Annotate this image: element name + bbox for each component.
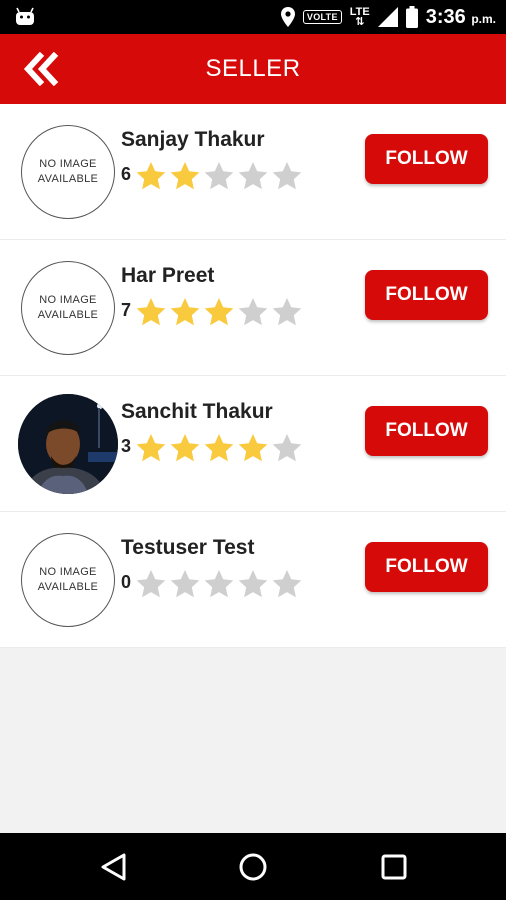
triangle-back-icon[interactable]	[98, 851, 130, 883]
page-title: SELLER	[205, 55, 301, 82]
follower-count: 6	[121, 164, 132, 184]
star-empty-icon	[238, 162, 268, 190]
star-filled-icon	[170, 162, 200, 190]
star-filled-icon	[238, 434, 268, 462]
star-empty-icon	[238, 298, 268, 326]
star-rating	[135, 160, 303, 192]
no-image-text: NO IMAGE	[39, 158, 97, 170]
seller-row: NO IMAGE AVAILABLE Sanjay Thakur 6 FOLLO…	[0, 104, 506, 240]
star-empty-icon	[272, 162, 302, 190]
star-filled-icon	[136, 298, 166, 326]
star-rating	[135, 296, 303, 328]
clock-ampm: p.m.	[471, 11, 496, 26]
star-empty-icon	[272, 570, 302, 598]
data-arrows-icon: ⇅	[355, 16, 365, 28]
volte-badge: VOLTE	[302, 10, 342, 24]
star-empty-icon	[272, 298, 302, 326]
clock: 3:36 p.m.	[426, 6, 496, 29]
star-empty-icon	[136, 570, 166, 598]
star-rating	[135, 432, 303, 464]
seller-row: Sanchit Thakur 3 FOLLOW	[0, 376, 506, 512]
circle-home-icon[interactable]	[237, 851, 269, 883]
lte-indicator: LTE ⇅	[350, 7, 370, 28]
star-filled-icon	[136, 434, 166, 462]
double-chevron-left-icon[interactable]	[22, 52, 62, 86]
status-bar: VOLTE LTE ⇅ 3:36 p.m.	[0, 0, 506, 34]
signal-icon	[377, 7, 398, 27]
seller-row: NO IMAGE AVAILABLE Har Preet 7 FOLLOW	[0, 240, 506, 376]
follower-count: 3	[121, 436, 132, 456]
no-image-text: NO IMAGE	[39, 566, 97, 578]
star-filled-icon	[170, 298, 200, 326]
star-empty-icon	[272, 434, 302, 462]
no-image-placeholder: NO IMAGE AVAILABLE	[38, 293, 98, 323]
available-text: AVAILABLE	[37, 173, 99, 185]
android-icon	[16, 7, 34, 25]
star-empty-icon	[170, 570, 200, 598]
battery-icon	[405, 6, 418, 28]
location-pin-icon	[280, 7, 295, 27]
follow-button[interactable]: FOLLOW	[365, 542, 488, 592]
app-bar: SELLER	[0, 34, 506, 104]
square-recents-icon[interactable]	[378, 851, 410, 883]
star-filled-icon	[136, 162, 166, 190]
no-image-text: NO IMAGE	[39, 294, 97, 306]
system-nav-bar	[0, 833, 506, 900]
follow-button[interactable]: FOLLOW	[365, 134, 488, 184]
star-empty-icon	[204, 162, 234, 190]
avatar-photo	[18, 394, 118, 494]
star-rating	[135, 568, 303, 600]
star-empty-icon	[238, 570, 268, 598]
seller-row: NO IMAGE AVAILABLE Testuser Test 0 FOLLO…	[0, 512, 506, 648]
seller-name: Sanjay Thakur	[121, 128, 265, 151]
seller-name: Testuser Test	[121, 536, 255, 559]
avatar: NO IMAGE AVAILABLE	[21, 533, 115, 627]
follower-count: 0	[121, 572, 132, 592]
follow-button[interactable]: FOLLOW	[365, 406, 488, 456]
seller-list: NO IMAGE AVAILABLE Sanjay Thakur 6 FOLLO…	[0, 104, 506, 648]
available-text: AVAILABLE	[37, 309, 99, 321]
no-image-placeholder: NO IMAGE AVAILABLE	[38, 157, 98, 187]
profile-photo	[18, 394, 118, 494]
avatar: NO IMAGE AVAILABLE	[21, 261, 115, 355]
avatar: NO IMAGE AVAILABLE	[21, 125, 115, 219]
seller-name: Sanchit Thakur	[121, 400, 273, 423]
star-empty-icon	[204, 570, 234, 598]
star-filled-icon	[204, 434, 234, 462]
star-filled-icon	[204, 298, 234, 326]
follow-button[interactable]: FOLLOW	[365, 270, 488, 320]
seller-name: Har Preet	[121, 264, 215, 287]
no-image-placeholder: NO IMAGE AVAILABLE	[38, 565, 98, 595]
clock-time: 3:36	[425, 5, 466, 28]
available-text: AVAILABLE	[37, 581, 99, 593]
follower-count: 7	[121, 300, 132, 320]
star-filled-icon	[170, 434, 200, 462]
